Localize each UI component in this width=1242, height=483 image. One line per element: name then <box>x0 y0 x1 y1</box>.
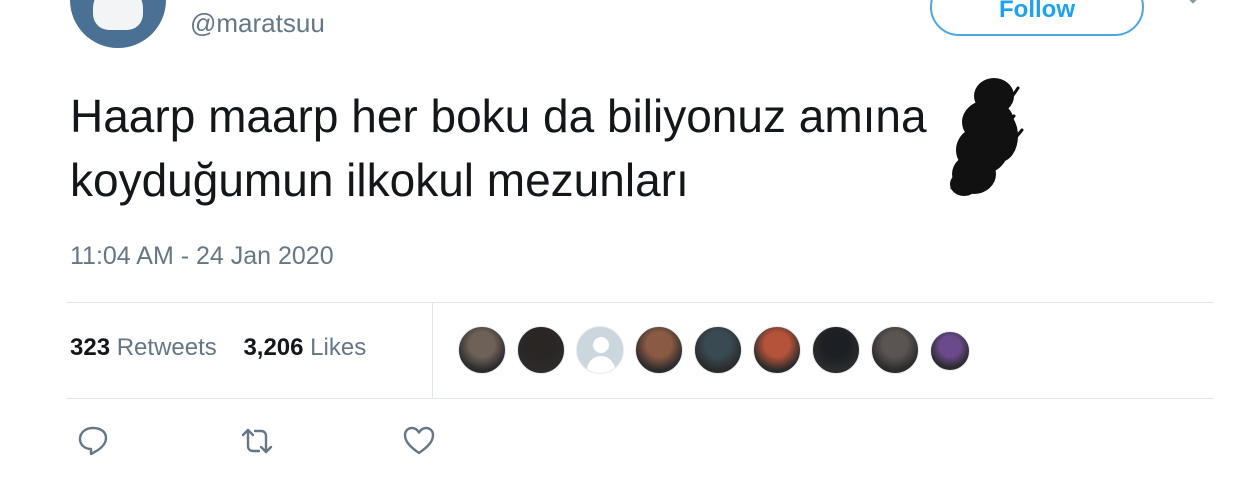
likes-count: 3,206 <box>243 334 304 361</box>
author-handle[interactable]: @maratsuu <box>190 8 325 39</box>
redaction-scribble <box>950 78 1024 196</box>
retweets-count: 323 <box>70 334 111 361</box>
liker-avatar[interactable] <box>458 326 506 374</box>
divider-bottom <box>66 398 1214 399</box>
chevron-down-icon[interactable] <box>1184 0 1202 8</box>
liker-avatar[interactable] <box>812 326 860 374</box>
stats-vertical-divider <box>432 303 433 398</box>
liker-avatar[interactable] <box>753 326 801 374</box>
liker-avatar[interactable] <box>635 326 683 374</box>
liker-avatar-default[interactable] <box>576 326 624 374</box>
liker-avatar[interactable] <box>694 326 742 374</box>
avatar-placeholder-shape <box>93 0 143 30</box>
retweet-icon[interactable] <box>240 424 274 458</box>
tweet-stats: 323 Retweets 3,206 Likes <box>70 334 366 362</box>
retweets-label: Retweets <box>116 334 217 361</box>
likes-stat[interactable]: 3,206 Likes <box>243 334 366 361</box>
retweets-stat[interactable]: 323 Retweets <box>70 334 217 361</box>
liker-avatar[interactable] <box>517 326 565 374</box>
likers-avatars <box>458 326 981 376</box>
likes-label: Likes <box>310 334 367 361</box>
tweet-timestamp[interactable]: 11:04 AM - 24 Jan 2020 <box>70 242 334 271</box>
liker-avatar[interactable] <box>930 331 970 371</box>
tweet-text-line-1: Haarp maarp her boku da biliyonuz amına <box>70 90 927 142</box>
follow-button[interactable]: Follow <box>930 0 1144 36</box>
reply-icon[interactable] <box>76 424 110 458</box>
tweet-text-line-2: koyduğumun ilkokul mezunları <box>70 154 689 206</box>
divider-top <box>66 302 1214 303</box>
liker-avatar[interactable] <box>871 326 919 374</box>
heart-icon[interactable] <box>402 424 436 458</box>
author-avatar[interactable] <box>70 0 166 48</box>
